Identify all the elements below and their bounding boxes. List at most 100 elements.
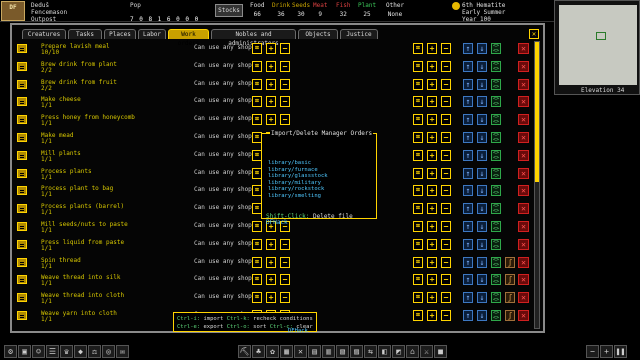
quantity-decrease-button[interactable]: − — [441, 167, 451, 179]
quantity-increase-button[interactable]: + — [427, 43, 437, 54]
increase-button[interactable]: + — [266, 238, 276, 250]
erase-icon[interactable]: ✕ — [294, 345, 307, 358]
quantity-conditions-button[interactable]: ⌗ — [413, 96, 423, 108]
repeat-icon[interactable]: <> <> — [491, 132, 501, 143]
quantity-decrease-button[interactable]: − — [441, 310, 451, 321]
conditions-button[interactable]: ⌗ — [252, 256, 262, 268]
close-panel-button[interactable]: ✕ — [529, 29, 539, 39]
quantity-decrease-button[interactable]: − — [441, 185, 451, 197]
workshop-assignment[interactable]: Can use any shop — [194, 116, 252, 122]
quantity-conditions-button[interactable]: ⌗ — [413, 221, 423, 232]
move-down-icon[interactable]: ↓ — [477, 310, 487, 321]
drag-handle-icon[interactable] — [17, 97, 27, 107]
quantity-conditions-button[interactable]: ⌗ — [413, 60, 423, 72]
drag-handle-icon[interactable] — [17, 311, 27, 320]
quantity-increase-button[interactable]: + — [427, 96, 437, 108]
workshop-assignment[interactable]: Can use any shop — [194, 294, 252, 300]
burrows-icon[interactable]: ▨ — [350, 345, 363, 358]
quantity-increase-button[interactable]: + — [427, 292, 437, 304]
build-icon[interactable]: ▤ — [308, 345, 321, 358]
quantity-increase-button[interactable]: + — [427, 132, 437, 143]
quantity-decrease-button[interactable]: − — [441, 43, 451, 54]
move-up-icon[interactable]: ↑ — [463, 292, 473, 304]
conditions-button[interactable]: ⌗ — [252, 96, 262, 108]
repeat-icon[interactable]: <> <> — [491, 114, 501, 126]
drag-handle-icon[interactable] — [17, 257, 27, 267]
delete-order-button[interactable]: ✕ — [518, 78, 529, 90]
nobles-icon[interactable]: ♛ — [60, 345, 73, 358]
delete-order-button[interactable]: ✕ — [518, 132, 529, 143]
resource-food[interactable]: Food 66 — [250, 2, 264, 18]
repeat-icon[interactable]: <> <> — [491, 96, 501, 108]
conditions-button[interactable]: ⌗ — [252, 274, 262, 286]
delete-order-button[interactable]: ✕ — [518, 203, 529, 215]
quantity-conditions-button[interactable]: ⌗ — [413, 292, 423, 304]
decrease-button[interactable]: − — [280, 78, 290, 90]
quantity-increase-button[interactable]: + — [427, 167, 437, 179]
drag-handle-icon[interactable] — [17, 222, 27, 231]
move-up-icon[interactable]: ↑ — [463, 185, 473, 197]
repeat-icon[interactable]: <> <> — [491, 185, 501, 197]
workshop-assignment[interactable]: Can use any shop — [194, 151, 252, 158]
move-down-icon[interactable]: ↓ — [477, 292, 487, 304]
decrease-button[interactable]: − — [280, 256, 290, 268]
tab-creatures[interactable]: Creatures — [22, 29, 66, 39]
move-up-icon[interactable]: ↑ — [463, 132, 473, 143]
move-down-icon[interactable]: ↓ — [477, 96, 487, 108]
quantity-decrease-button[interactable]: − — [441, 60, 451, 72]
decrease-button[interactable]: − — [280, 292, 290, 304]
repeat-icon[interactable]: <> <> — [491, 167, 501, 179]
smooth-icon[interactable]: ▦ — [280, 345, 293, 358]
drag-handle-icon[interactable] — [17, 150, 27, 160]
move-up-icon[interactable]: ↑ — [463, 96, 473, 108]
drag-handle-icon[interactable] — [17, 133, 27, 142]
conditions-button[interactable]: ⌗ — [252, 221, 262, 232]
delete-order-button[interactable]: ✕ — [518, 185, 529, 197]
quantity-increase-button[interactable]: + — [427, 310, 437, 321]
increase-button[interactable]: + — [266, 274, 276, 286]
delete-order-button[interactable]: ✕ — [518, 167, 529, 179]
quantity-increase-button[interactable]: + — [427, 78, 437, 90]
tab-tasks[interactable]: Tasks — [68, 29, 102, 39]
repeat-icon[interactable]: <> <> — [491, 221, 501, 232]
quantity-decrease-button[interactable]: − — [441, 114, 451, 126]
order-file-item[interactable]: library/smelting — [268, 193, 328, 200]
tab-work-orders[interactable]: Work orders — [168, 29, 209, 47]
stop-icon[interactable]: ■ — [434, 345, 447, 358]
conditions-button[interactable]: ⌗ — [252, 60, 262, 72]
justice-icon[interactable]: ⚖ — [88, 345, 101, 358]
workshop-assignment[interactable]: Can use any shop — [194, 258, 252, 265]
quantity-conditions-button[interactable]: ⌗ — [413, 203, 423, 215]
zoom-out-icon[interactable]: − — [586, 345, 599, 358]
repeat-icon[interactable]: <> <> — [491, 203, 501, 215]
quantity-increase-button[interactable]: + — [427, 114, 437, 126]
repeat-icon[interactable]: <> <> — [491, 256, 501, 268]
quantity-conditions-button[interactable]: ⌗ — [413, 274, 423, 286]
settings-icon[interactable]: ⚙ — [4, 345, 17, 358]
quantity-increase-button[interactable]: + — [427, 60, 437, 72]
stockpile-icon[interactable]: ▥ — [322, 345, 335, 358]
resource-other[interactable]: Other None — [386, 2, 404, 18]
increase-button[interactable]: + — [266, 43, 276, 54]
increase-button[interactable]: + — [266, 60, 276, 72]
drag-handle-icon[interactable] — [17, 115, 27, 125]
quantity-increase-button[interactable]: + — [427, 203, 437, 215]
repeat-icon[interactable]: <> <> — [491, 149, 501, 161]
conditions-button[interactable]: ⌗ — [252, 43, 262, 54]
quantity-decrease-button[interactable]: − — [441, 256, 451, 268]
delete-order-button[interactable]: ✕ — [518, 96, 529, 108]
drag-handle-icon[interactable] — [17, 293, 27, 303]
quantity-increase-button[interactable]: + — [427, 256, 437, 268]
move-up-icon[interactable]: ↑ — [463, 274, 473, 286]
quantity-increase-button[interactable]: + — [427, 185, 437, 197]
quantity-decrease-button[interactable]: − — [441, 221, 451, 232]
delete-order-button[interactable]: ✕ — [518, 43, 529, 54]
announcements-icon[interactable]: ✉ — [116, 345, 129, 358]
minimap-view[interactable] — [559, 5, 637, 85]
quantity-conditions-button[interactable]: ⌗ — [413, 132, 423, 143]
quantity-increase-button[interactable]: + — [427, 274, 437, 286]
spindle-icon[interactable]: ʃ — [505, 274, 515, 286]
move-up-icon[interactable]: ↑ — [463, 60, 473, 72]
drag-handle-icon[interactable] — [17, 186, 27, 196]
delete-order-button[interactable]: ✕ — [518, 256, 529, 268]
